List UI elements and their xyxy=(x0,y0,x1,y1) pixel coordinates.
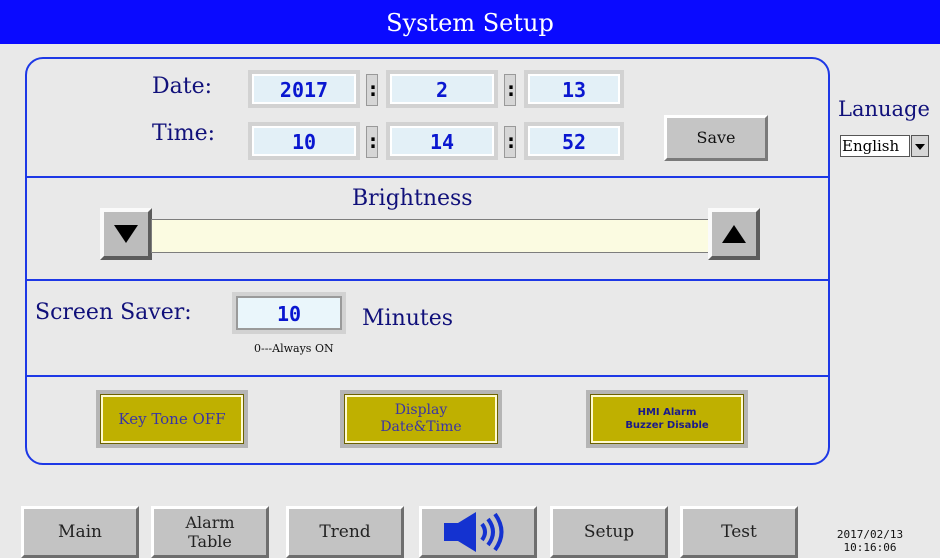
display-datetime-button[interactable]: Display Date&Time xyxy=(340,390,502,448)
language-label: Lanuage xyxy=(838,97,930,121)
date-separator: : xyxy=(504,74,517,106)
speaker-volume-icon xyxy=(444,512,504,552)
triangle-down-icon xyxy=(114,225,138,243)
hmi-alarm-label-line2: Buzzer Disable xyxy=(625,420,709,431)
nav-trend-button[interactable]: Trend xyxy=(286,506,404,558)
nav-alarm-table-button[interactable]: Alarm Table xyxy=(151,506,269,558)
display-datetime-label-line2: Date&Time xyxy=(380,419,462,435)
second-field[interactable]: 52 xyxy=(524,122,624,160)
brightness-increase-button[interactable] xyxy=(708,208,760,260)
day-field[interactable]: 13 xyxy=(524,70,624,108)
language-selected-value: English xyxy=(840,135,910,157)
screen-saver-unit: Minutes xyxy=(362,306,454,331)
clock-date: 2017/02/13 xyxy=(836,528,904,541)
key-tone-button[interactable]: Key Tone OFF xyxy=(96,390,248,448)
time-separator: : xyxy=(504,126,517,158)
divider xyxy=(27,375,828,377)
nav-setup-button[interactable]: Setup xyxy=(550,506,668,558)
brightness-decrease-button[interactable] xyxy=(100,208,152,260)
hour-field[interactable]: 10 xyxy=(248,122,360,160)
display-datetime-label-line1: Display xyxy=(394,402,448,418)
nav-alarm-table-line2: Table xyxy=(188,532,232,551)
divider xyxy=(27,279,828,281)
brightness-label: Brightness xyxy=(352,186,473,211)
screen-saver-hint: 0---Always ON xyxy=(254,342,334,355)
divider xyxy=(27,176,828,178)
save-button[interactable]: Save xyxy=(664,115,768,161)
hmi-alarm-buzzer-button[interactable]: HMI Alarm Buzzer Disable xyxy=(586,390,748,448)
chevron-down-icon[interactable] xyxy=(911,135,929,157)
triangle-up-icon xyxy=(722,225,746,243)
date-label: Date: xyxy=(152,74,213,99)
hmi-alarm-label-line1: HMI Alarm xyxy=(637,407,697,418)
title-bar: System Setup xyxy=(0,0,940,44)
nav-alarm-table-line1: Alarm xyxy=(185,513,235,532)
screen-saver-label: Screen Saver: xyxy=(35,300,192,325)
month-field[interactable]: 2 xyxy=(386,70,498,108)
brightness-slider-track[interactable] xyxy=(151,219,709,253)
clock-time: 10:16:06 xyxy=(843,541,897,554)
page-title: System Setup xyxy=(386,9,554,37)
date-separator: : xyxy=(366,74,379,106)
year-field[interactable]: 2017 xyxy=(248,70,360,108)
nav-main-button[interactable]: Main xyxy=(21,506,139,558)
time-label: Time: xyxy=(152,121,216,146)
language-select[interactable]: English xyxy=(840,135,930,157)
clock-display: 2017/02/13 10:16:06 xyxy=(834,528,906,554)
nav-test-button[interactable]: Test xyxy=(680,506,798,558)
nav-sound-button[interactable] xyxy=(419,506,537,558)
time-separator: : xyxy=(366,126,379,158)
screen-saver-field[interactable]: 10 xyxy=(232,292,346,334)
minute-field[interactable]: 14 xyxy=(386,122,498,160)
